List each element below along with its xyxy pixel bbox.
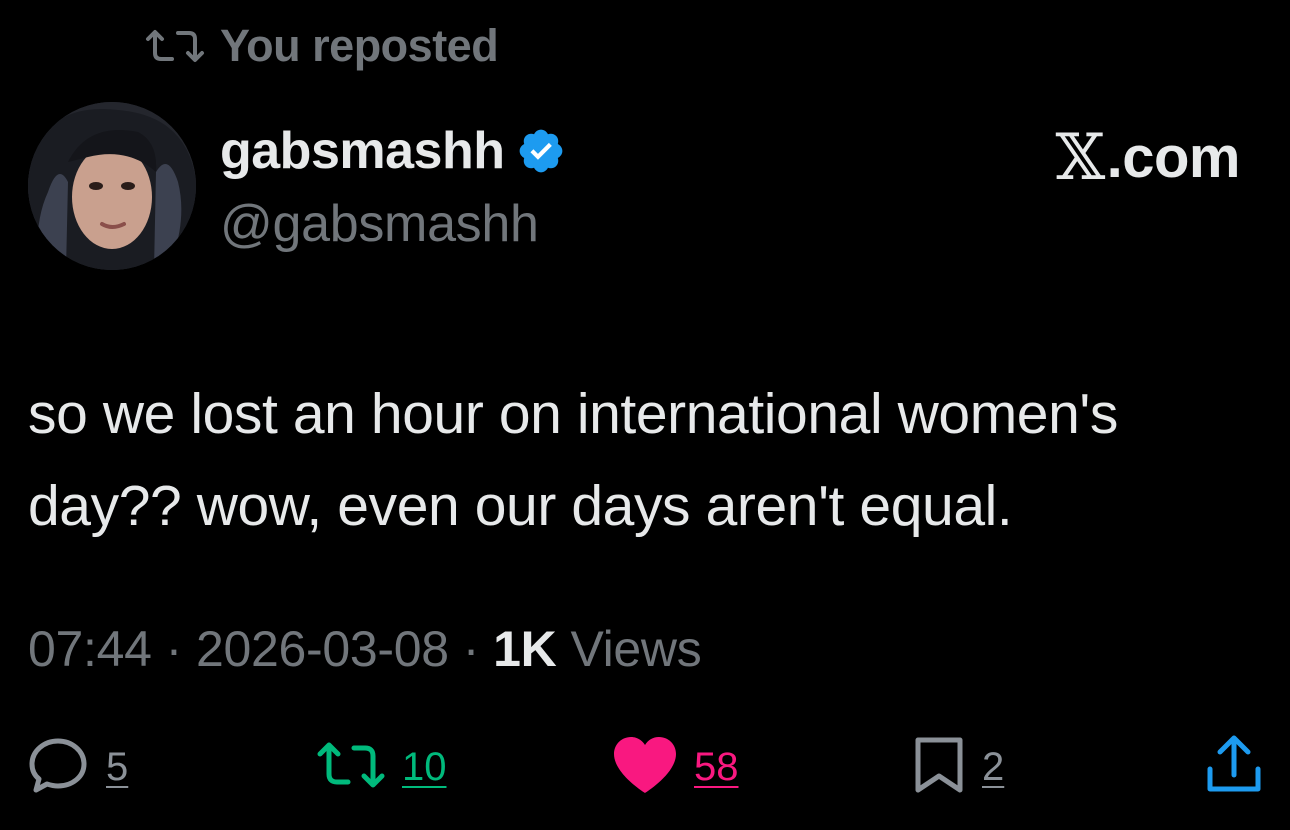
meta-separator: · — [165, 621, 183, 677]
bookmark-count[interactable]: 2 — [982, 745, 1004, 790]
bookmark-icon — [912, 734, 966, 801]
tweet-text: so we lost an hour on international wome… — [28, 382, 1118, 538]
x-logo-icon: 𝕏 — [1055, 120, 1105, 195]
brand-logo: 𝕏 .com — [1055, 124, 1240, 191]
like-button[interactable]: 58 — [612, 732, 739, 802]
brand-suffix: .com — [1106, 125, 1241, 190]
tweet-meta: 07:44 · 2026-03-08 · 1K Views — [28, 620, 702, 678]
share-button[interactable] — [1204, 732, 1264, 802]
display-name-row: gabsmashh — [220, 120, 566, 182]
verified-badge-icon — [516, 126, 566, 176]
retweet-icon — [144, 29, 206, 63]
retweet-icon — [316, 740, 386, 795]
reply-button[interactable]: 5 — [26, 732, 128, 802]
meta-separator: · — [462, 621, 480, 677]
retweet-count[interactable]: 10 — [402, 745, 447, 790]
tweet-time: 07:44 — [28, 621, 152, 677]
user-handle[interactable]: @gabsmashh — [220, 194, 566, 254]
reply-icon — [26, 733, 90, 802]
author-block: gabsmashh @gabsmashh — [220, 120, 566, 254]
avatar[interactable] — [28, 102, 196, 270]
share-icon — [1204, 733, 1264, 802]
views-label: Views — [570, 621, 702, 677]
like-count[interactable]: 58 — [694, 745, 739, 790]
views-count: 1K — [493, 621, 557, 677]
display-name[interactable]: gabsmashh — [220, 121, 505, 181]
reply-count[interactable]: 5 — [106, 745, 128, 790]
retweet-button[interactable]: 10 — [316, 732, 447, 802]
heart-icon — [612, 735, 678, 800]
action-bar: 5 10 58 2 — [0, 732, 1290, 802]
bookmark-button[interactable]: 2 — [912, 732, 1004, 802]
repost-banner: You reposted — [144, 18, 499, 74]
tweet-date: 2026-03-08 — [195, 621, 449, 677]
repost-label: You reposted — [220, 20, 499, 71]
